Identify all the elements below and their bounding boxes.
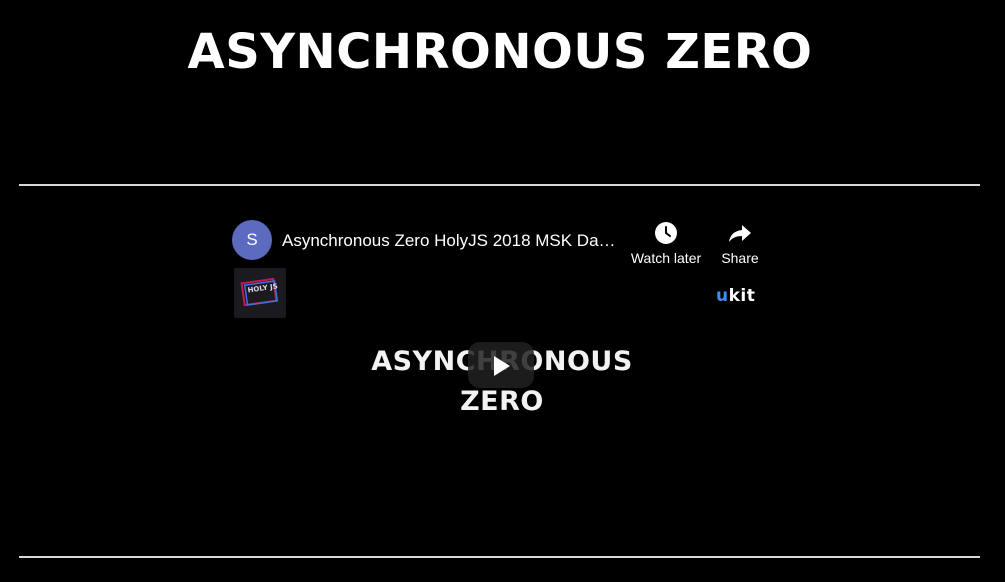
divider-bottom xyxy=(19,556,980,558)
page: ASYNCHRONOUS ZERO S Asynchronous Zero Ho… xyxy=(0,0,1005,582)
clock-icon xyxy=(653,220,679,246)
divider-top xyxy=(19,184,980,186)
video-title-link[interactable]: Asynchronous Zero HolyJS 2018 MSK Day 2 xyxy=(282,230,616,252)
share-button[interactable]: Share xyxy=(714,220,766,266)
holyjs-logo: HOLY JS xyxy=(234,268,286,318)
watch-later-label: Watch later xyxy=(630,250,702,266)
play-icon xyxy=(494,356,510,376)
play-button[interactable] xyxy=(468,342,534,388)
ukit-logo-accent: u xyxy=(716,286,729,306)
share-label: Share xyxy=(721,250,759,266)
video-embed[interactable]: S Asynchronous Zero HolyJS 2018 MSK Day … xyxy=(232,206,770,536)
ukit-logo: ukit xyxy=(716,286,755,306)
thumbnail-title-line2: ZERO xyxy=(460,386,544,417)
watch-later-button[interactable]: Watch later xyxy=(628,220,704,266)
ukit-logo-rest: kit xyxy=(728,286,756,306)
channel-avatar[interactable]: S xyxy=(232,220,272,260)
page-title: ASYNCHRONOUS ZERO xyxy=(187,24,813,80)
share-arrow-icon xyxy=(727,220,753,246)
